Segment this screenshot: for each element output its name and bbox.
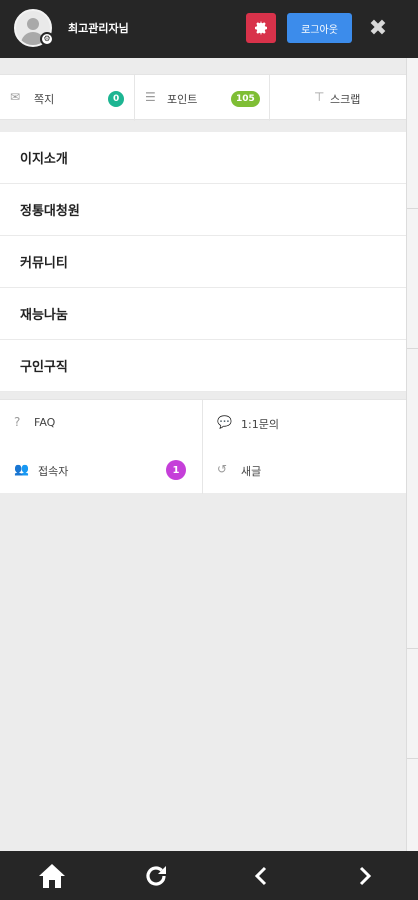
quick-links-bar: ✉ 쪽지 0 ☰ 포인트 105 ⊤ 스크랩 (0, 74, 406, 121)
refresh-icon (146, 865, 166, 886)
gear-icon (255, 21, 267, 35)
refresh-icon: ↺ (217, 462, 228, 476)
utility-link-new-posts[interactable]: ↺ 새글 (203, 447, 406, 494)
logout-button[interactable]: 로그아웃 (287, 13, 352, 43)
quick-link-memo[interactable]: ✉ 쪽지 0 (0, 75, 135, 121)
question-icon: ? (14, 415, 21, 429)
quick-link-label: 쪽지 (34, 93, 55, 106)
memo-count-badge: 0 (108, 91, 125, 107)
users-icon: 👥 (14, 462, 29, 476)
home-button[interactable] (0, 851, 104, 900)
utility-link-faq[interactable]: ? FAQ (0, 400, 203, 447)
close-button[interactable]: ✖ (364, 14, 392, 42)
envelope-icon: ✉ (10, 90, 21, 104)
avatar-settings-icon[interactable]: ⚙ (40, 32, 54, 46)
bottom-nav-bar (0, 851, 418, 900)
drawer-header: ⚙ 최고관리자님 로그아웃 ✖ (0, 0, 418, 58)
point-count-badge: 105 (231, 91, 260, 107)
refresh-button[interactable] (104, 851, 208, 900)
menu-item-petition[interactable]: 정통대청원 (0, 184, 406, 236)
back-button[interactable] (209, 851, 313, 900)
username: 최고관리자님 (68, 22, 129, 35)
settings-button[interactable] (246, 13, 276, 43)
forward-button[interactable] (313, 851, 417, 900)
menu-item-intro[interactable]: 이지소개 (0, 132, 406, 184)
quick-link-point[interactable]: ☰ 포인트 105 (135, 75, 270, 121)
utility-link-label: 1:1문의 (241, 418, 279, 431)
chat-icon: 💬 (217, 415, 232, 429)
chevron-left-icon (254, 866, 267, 885)
close-icon: ✖ (368, 15, 388, 41)
menu-item-jobs[interactable]: 구인구직 (0, 340, 406, 392)
quick-link-label: 스크랩 (330, 93, 361, 106)
visitor-count-badge: 1 (166, 460, 186, 480)
avatar-head (27, 18, 39, 30)
chevron-right-icon (359, 866, 372, 885)
utility-link-label: FAQ (34, 416, 56, 429)
utility-link-label: 새글 (241, 465, 262, 478)
utility-link-visitors[interactable]: 👥 접속자 1 (0, 447, 203, 494)
utility-link-label: 접속자 (38, 465, 69, 478)
menu-item-community[interactable]: 커뮤니티 (0, 236, 406, 288)
quick-link-scrap[interactable]: ⊤ 스크랩 (270, 75, 406, 121)
utility-links: ? FAQ 💬 1:1문의 👥 접속자 1 ↺ 새글 (0, 399, 406, 494)
pin-icon: ⊤ (314, 90, 325, 104)
main-menu: 이지소개 정통대청원 커뮤니티 재능나눔 구인구직 (0, 132, 406, 392)
database-icon: ☰ (145, 90, 156, 104)
background-page (406, 58, 418, 851)
home-icon (39, 863, 65, 888)
quick-link-label: 포인트 (167, 93, 198, 106)
utility-link-qa[interactable]: 💬 1:1문의 (203, 400, 406, 447)
menu-item-talent[interactable]: 재능나눔 (0, 288, 406, 340)
